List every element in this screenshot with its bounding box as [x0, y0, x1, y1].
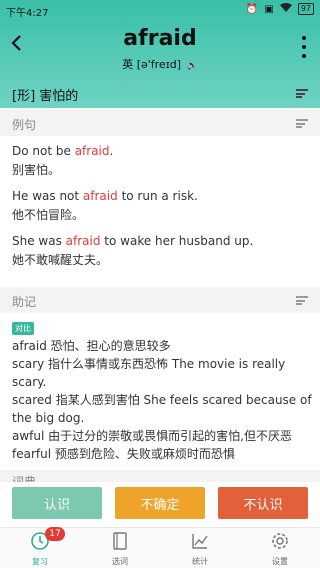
example-item: Do not be afraid. 别害怕。 [12, 142, 113, 180]
wifi-icon [279, 3, 292, 15]
highlight-word: afraid [74, 144, 110, 158]
menu-icon[interactable] [296, 296, 308, 305]
examples-section-header: 例句 [0, 110, 320, 136]
memory-line: fearful 预感到危险、失败或麻烦时而恐惧 [12, 447, 235, 461]
example-en: She was afraid to wake her husband up. [12, 234, 254, 248]
chart-icon [192, 534, 208, 549]
section-title: 例句 [12, 118, 37, 132]
status-time: 下午4:27 [6, 8, 49, 19]
compare-tag: 对比 [12, 322, 34, 335]
gear-icon [272, 533, 288, 549]
status-bar: 下午4:27 ⏰ ▣ 97 [0, 0, 320, 20]
tab-stats[interactable]: 统计 [160, 531, 240, 568]
headword: afraid [123, 26, 197, 51]
battery-icon: 97 [297, 3, 314, 15]
tab-label: 统计 [192, 557, 208, 566]
more-dot-icon [302, 36, 306, 40]
speaker-icon[interactable]: 🔈 [187, 61, 198, 71]
tab-select-words[interactable]: 选词 [80, 531, 160, 568]
book-icon [113, 532, 127, 550]
unsure-button[interactable]: 不确定 [115, 487, 205, 519]
tab-review[interactable]: 17 复习 [0, 527, 80, 568]
example-zh: 他不怕冒险。 [12, 208, 85, 222]
memory-line: awful 由于过分的崇敬或畏惧而引起的害怕,但不厌恶 [12, 429, 292, 443]
more-dot-icon [302, 45, 306, 49]
tab-label: 复习 [32, 557, 48, 566]
highlight-word: afraid [65, 234, 101, 248]
know-button[interactable]: 认识 [12, 487, 102, 519]
tab-label: 设置 [272, 557, 288, 566]
unknown-button[interactable]: 不认识 [218, 487, 308, 519]
tab-settings[interactable]: 设置 [240, 531, 320, 568]
status-icons: ⏰ ▣ 97 [246, 3, 314, 15]
section-title: 助记 [12, 295, 37, 309]
more-menu-button[interactable] [300, 36, 308, 58]
memory-line: scared 指某人感到害怕 She feels scared because … [12, 393, 312, 407]
phonetic-text: 英 [ə'freɪd] [122, 58, 182, 71]
definition-text: [形] 害怕的 [12, 89, 79, 104]
example-en: He was not afraid to run a risk. [12, 189, 198, 203]
definition-row: [形] 害怕的 [0, 80, 320, 108]
memory-line: afraid 恐怕、担心的意思较多 [12, 339, 171, 353]
example-item: He was not afraid to run a risk. 他不怕冒险。 [12, 187, 198, 225]
example-en: Do not be afraid. [12, 144, 114, 158]
memory-section-header: 助记 [0, 287, 320, 313]
menu-icon[interactable] [296, 89, 308, 98]
memory-line: scary. [12, 375, 47, 389]
memory-line: the big dog. [12, 411, 85, 425]
sim-off-icon: ▣ [264, 3, 274, 15]
answer-button-bar: 认识 不确定 不认识 [0, 482, 320, 526]
word-header: 下午4:27 ⏰ ▣ 97 afraid 英 [ə'freɪd] 🔈 [形] 害… [0, 0, 320, 108]
alarm-icon: ⏰ [245, 3, 259, 15]
menu-icon[interactable] [296, 119, 308, 128]
highlight-word: afraid [82, 189, 118, 203]
review-count-badge: 17 [45, 527, 65, 541]
bottom-tab-bar: 17 复习 选词 统计 设置 [0, 527, 320, 568]
phonetic[interactable]: 英 [ə'freɪd] 🔈 [0, 56, 320, 72]
example-zh: 别害怕。 [12, 163, 61, 177]
example-item: She was afraid to wake her husband up. 她… [12, 232, 253, 270]
tab-label: 选词 [112, 557, 128, 566]
example-zh: 她不敢喊醒丈夫。 [12, 253, 109, 267]
memory-line: scary 指什么事情或东西恐怖 The movie is really [12, 357, 286, 371]
